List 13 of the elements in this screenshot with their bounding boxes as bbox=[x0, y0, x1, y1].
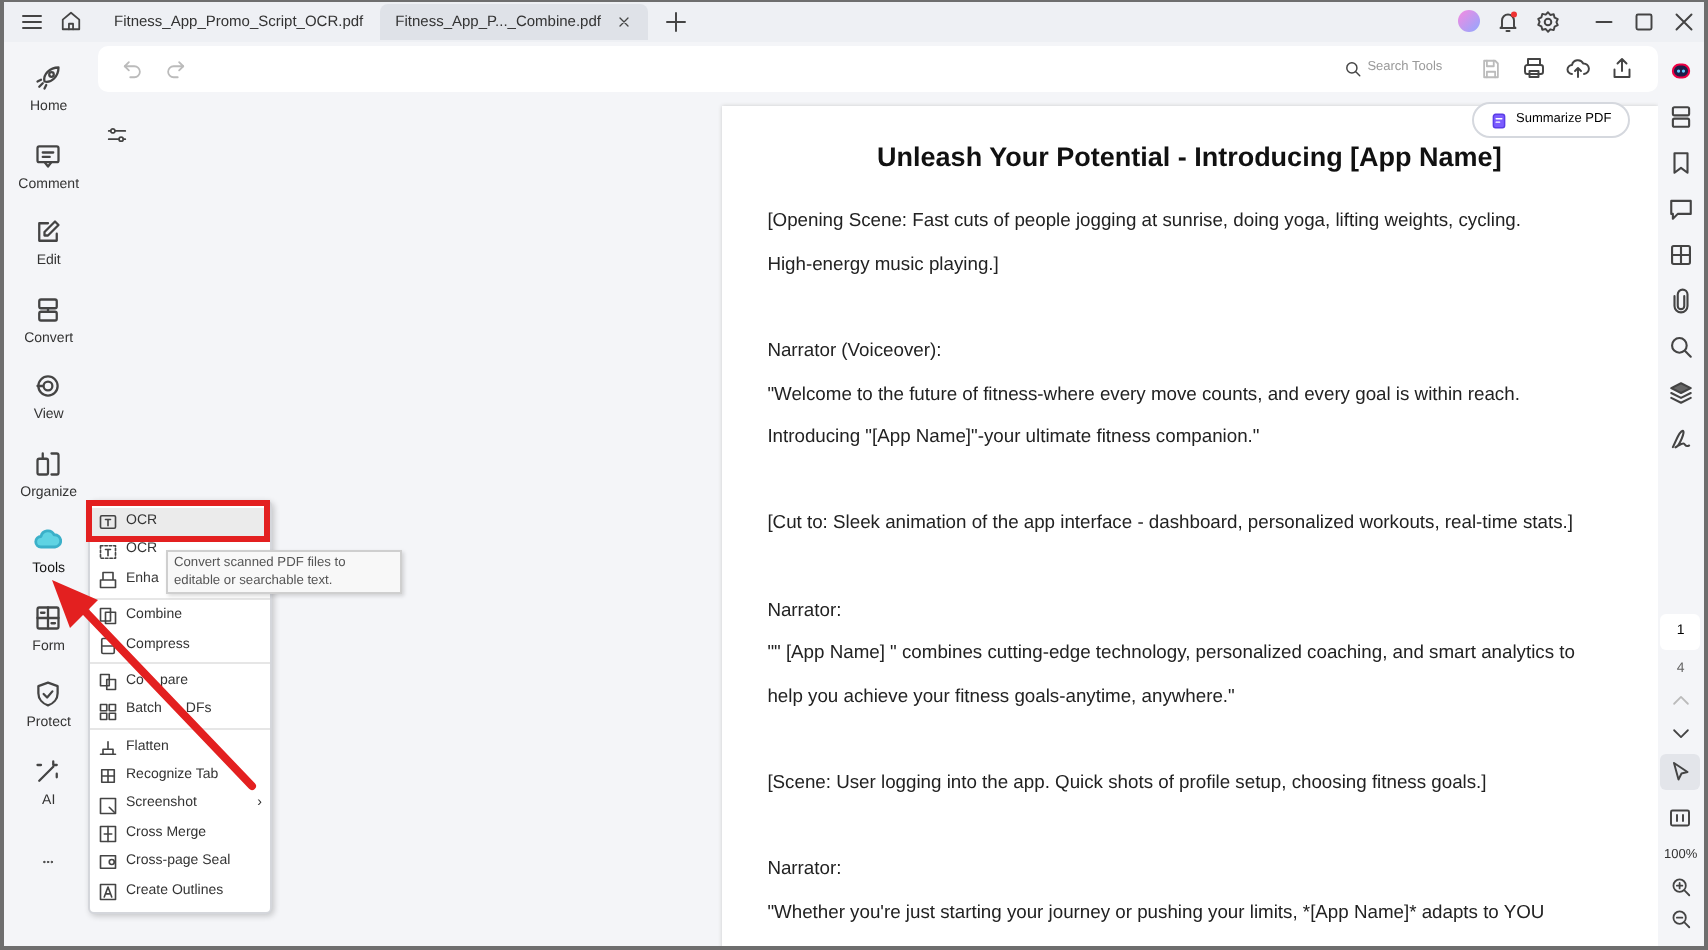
text-line: "" [App Name] " combines cutting-edge technology, personalized coaching, and smart analytics to bbox=[767, 638, 1577, 667]
text-line: Introducing "[App Name]"-your ultimate fitness companion." bbox=[767, 422, 1262, 451]
text-line: [Cut to: Sleek animation of the app interface - dashboard, personalized workouts, real-time stats.] bbox=[767, 508, 1576, 537]
text-line: "Welcome to the future of fitness-where every move counts, and every goal is within reach. bbox=[767, 379, 1522, 408]
text-line: Narrator: bbox=[767, 595, 844, 624]
text-line: help you achieve your fitness goals-anytime, anywhere." bbox=[767, 681, 1237, 710]
text-line: "Whether you're just starting your journey or pushing your limits, *[App Name]* adapts to YOU bbox=[767, 897, 1547, 926]
text-line: Narrator: bbox=[767, 854, 844, 883]
text-line: [Scene: User logging into the app. Quick shots of profile setup, choosing fitness goals.] bbox=[767, 767, 1489, 796]
text-line: High-energy music playing.] bbox=[767, 249, 1001, 278]
text-line: Narrator (Voiceover): bbox=[767, 336, 944, 365]
text-line: [Opening Scene: Fast cuts of people jogging at sunrise, doing yoga, lifting weights, cycling. bbox=[767, 206, 1523, 235]
document-title: Unleash Your Potential - Introducing [App Name] bbox=[875, 140, 1504, 176]
